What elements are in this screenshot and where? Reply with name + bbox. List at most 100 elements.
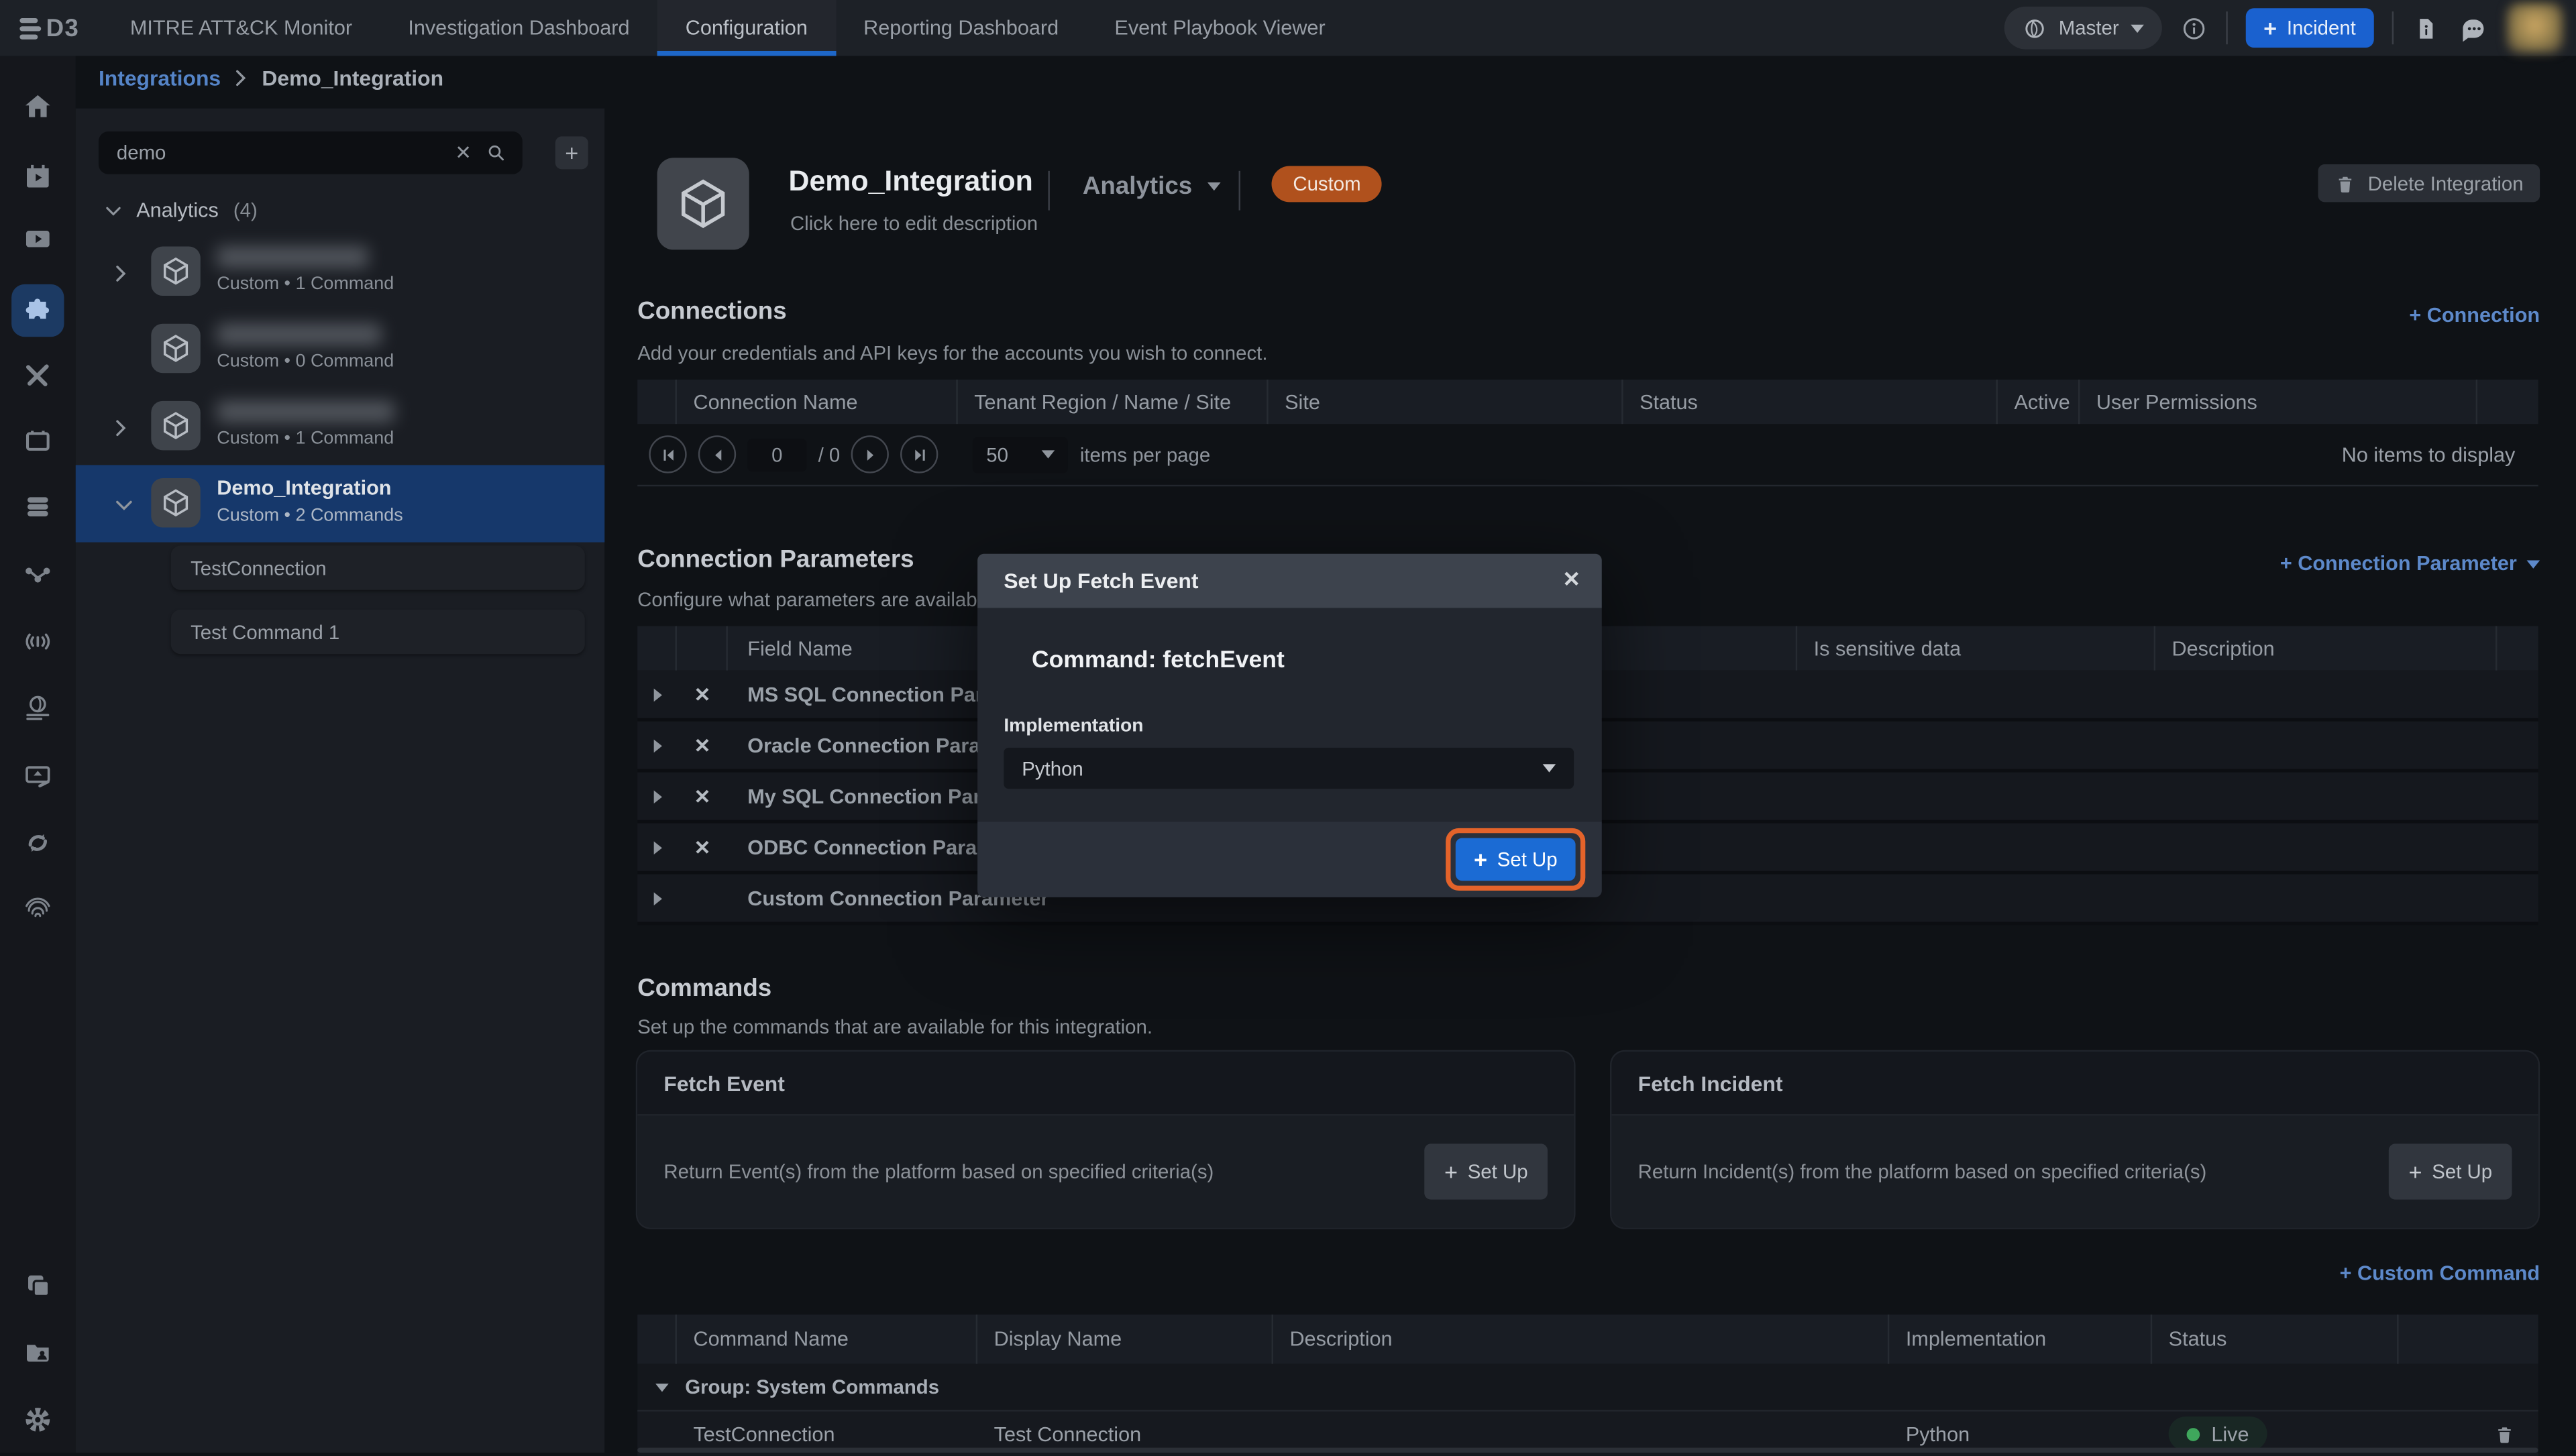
items-per-page-label: items per page [1080, 443, 1210, 465]
fetch-incident-setup-button[interactable]: + Set Up [2389, 1143, 2512, 1199]
incident-playbook-icon[interactable] [21, 160, 54, 192]
header-cell-display-name[interactable]: Display Name [977, 1314, 1273, 1364]
remove-parameter-icon[interactable]: ✕ [677, 683, 728, 706]
integration-search: ✕ [99, 131, 523, 174]
avatar[interactable] [2507, 3, 2563, 53]
header-cell-implementation[interactable]: Implementation [1889, 1314, 2152, 1364]
add-incident-button[interactable]: + Incident [2245, 8, 2374, 48]
expand-caret-icon[interactable] [653, 840, 661, 854]
tree-item-demo-integration[interactable]: Demo_Integration Custom • 2 Commands [76, 465, 605, 542]
fetch-event-setup-button[interactable]: + Set Up [1425, 1143, 1548, 1199]
modal-title: Set Up Fetch Event [977, 569, 1198, 594]
tree-group-label: Analytics [136, 199, 219, 221]
page-size-select[interactable]: 50 [973, 437, 1069, 473]
horizontal-scrollbar[interactable] [637, 1448, 2538, 1453]
command-group-row[interactable]: Group: System Commands [637, 1364, 2538, 1412]
header-cell-command-name[interactable]: Command Name [677, 1314, 977, 1364]
database-icon[interactable] [21, 490, 54, 522]
add-connection-link[interactable]: + Connection [2409, 304, 2540, 327]
chevron-right-icon[interactable] [115, 419, 126, 437]
copy-icon[interactable] [21, 1269, 54, 1302]
tree-item-redacted-3[interactable]: Custom • 1 Command [76, 388, 605, 465]
bank-edit-icon[interactable] [21, 759, 54, 792]
page-number-input[interactable]: 0 [747, 438, 806, 471]
chat-icon[interactable] [2458, 12, 2489, 44]
delete-integration-button[interactable]: Delete Integration [2318, 164, 2540, 202]
add-custom-command-link[interactable]: + Custom Command [2340, 1262, 2540, 1285]
broadcast-icon[interactable] [21, 624, 54, 657]
tab-event-playbook-viewer[interactable]: Event Playbook Viewer [1087, 0, 1354, 56]
app-box-icon[interactable] [21, 424, 54, 457]
integration-cube-icon [151, 401, 200, 451]
expand-caret-icon[interactable] [653, 738, 661, 752]
expand-caret-icon[interactable] [653, 687, 661, 701]
header-cell-active[interactable]: Active [1998, 380, 2080, 424]
category-dropdown[interactable]: Analytics [1083, 172, 1220, 201]
remove-parameter-icon[interactable]: ✕ [677, 836, 728, 858]
playbook-viewer-icon[interactable] [21, 222, 54, 255]
integrations-puzzle-icon[interactable] [21, 294, 54, 327]
chevron-right-icon[interactable] [115, 264, 126, 282]
share-nodes-icon[interactable] [21, 559, 54, 592]
header-cell-empty [2399, 1314, 2538, 1364]
expand-caret-icon[interactable] [653, 789, 661, 803]
header-cell-tenant[interactable]: Tenant Region / Name / Site [958, 380, 1269, 424]
settings-gear-icon[interactable] [21, 1403, 54, 1436]
expand-caret-icon[interactable] [653, 891, 661, 905]
modal-footer: + Set Up [977, 822, 1602, 897]
edit-description-placeholder[interactable]: Click here to edit description [790, 212, 1038, 235]
utility-tools-icon[interactable] [21, 358, 54, 391]
tree-group-analytics[interactable]: Analytics (4) [76, 194, 258, 227]
chevron-down-icon[interactable] [115, 500, 133, 511]
header-cell-connection-name[interactable]: Connection Name [677, 380, 958, 424]
header-cell-status[interactable]: Status [1623, 380, 1998, 424]
tree-child-test-connection[interactable]: TestConnection [171, 545, 585, 590]
tab-investigation-dashboard[interactable]: Investigation Dashboard [380, 0, 657, 56]
cell-display-name: Test Connection [977, 1422, 1273, 1445]
tree-item-redacted-1[interactable]: Custom • 1 Command [76, 233, 605, 311]
tab-reporting-dashboard[interactable]: Reporting Dashboard [835, 0, 1086, 56]
header-cell-is-sensitive[interactable]: Is sensitive data [1797, 626, 2155, 671]
remove-parameter-icon[interactable]: ✕ [677, 785, 728, 807]
add-connection-parameter-link[interactable]: + Connection Parameter [2280, 552, 2540, 575]
globe-network-icon[interactable] [21, 692, 54, 725]
header-cell-user-permissions[interactable]: User Permissions [2080, 380, 2477, 424]
sync-icon[interactable] [21, 826, 54, 859]
remove-parameter-icon[interactable]: ✕ [677, 734, 728, 757]
add-integration-button[interactable]: + [555, 136, 588, 169]
tree-child-test-command-1[interactable]: Test Command 1 [171, 610, 585, 654]
fingerprint-icon[interactable] [21, 892, 54, 925]
master-tenant-selector[interactable]: Master [2004, 7, 2161, 50]
page-title[interactable]: Demo_Integration [789, 164, 1033, 199]
d3-logo[interactable]: D3 [0, 0, 102, 56]
next-page-button[interactable] [851, 435, 889, 473]
custom-badge: Custom [1272, 166, 1383, 202]
info-icon[interactable] [2180, 14, 2208, 42]
delete-command-icon[interactable] [2494, 1422, 2516, 1445]
header-cell-description[interactable]: Description [1273, 1314, 1889, 1364]
chevron-right-icon [235, 69, 247, 87]
breadcrumb-integrations-link[interactable]: Integrations [99, 66, 221, 91]
tree-item-redacted-2[interactable]: Custom • 0 Command [76, 311, 605, 388]
first-page-button[interactable] [649, 435, 686, 473]
chevron-down-icon [2527, 559, 2540, 567]
folder-user-icon[interactable] [21, 1336, 54, 1369]
last-page-button[interactable] [901, 435, 938, 473]
search-icon[interactable] [484, 142, 507, 164]
clear-search-icon[interactable]: ✕ [455, 142, 472, 164]
document-info-icon[interactable] [2412, 14, 2440, 42]
fetch-event-card-description: Return Event(s) from the platform based … [637, 1160, 1424, 1183]
implementation-select[interactable]: Python [1004, 748, 1574, 789]
tab-mitre-attack-monitor[interactable]: MITRE ATT&CK Monitor [102, 0, 380, 56]
header-cell-status[interactable]: Status [2152, 1314, 2398, 1364]
top-bar-right: Master + Incident [2004, 0, 2563, 56]
tab-configuration[interactable]: Configuration [657, 0, 835, 56]
close-icon[interactable]: ✕ [1562, 569, 1580, 592]
home-icon[interactable] [21, 91, 54, 123]
header-cell-site[interactable]: Site [1269, 380, 1623, 424]
d3-logo-icon [19, 17, 41, 39]
modal-setup-button[interactable]: + Set Up [1456, 838, 1575, 881]
previous-page-button[interactable] [698, 435, 736, 473]
collapse-caret-icon[interactable] [655, 1383, 669, 1391]
header-cell-description[interactable]: Description [2155, 626, 2497, 671]
